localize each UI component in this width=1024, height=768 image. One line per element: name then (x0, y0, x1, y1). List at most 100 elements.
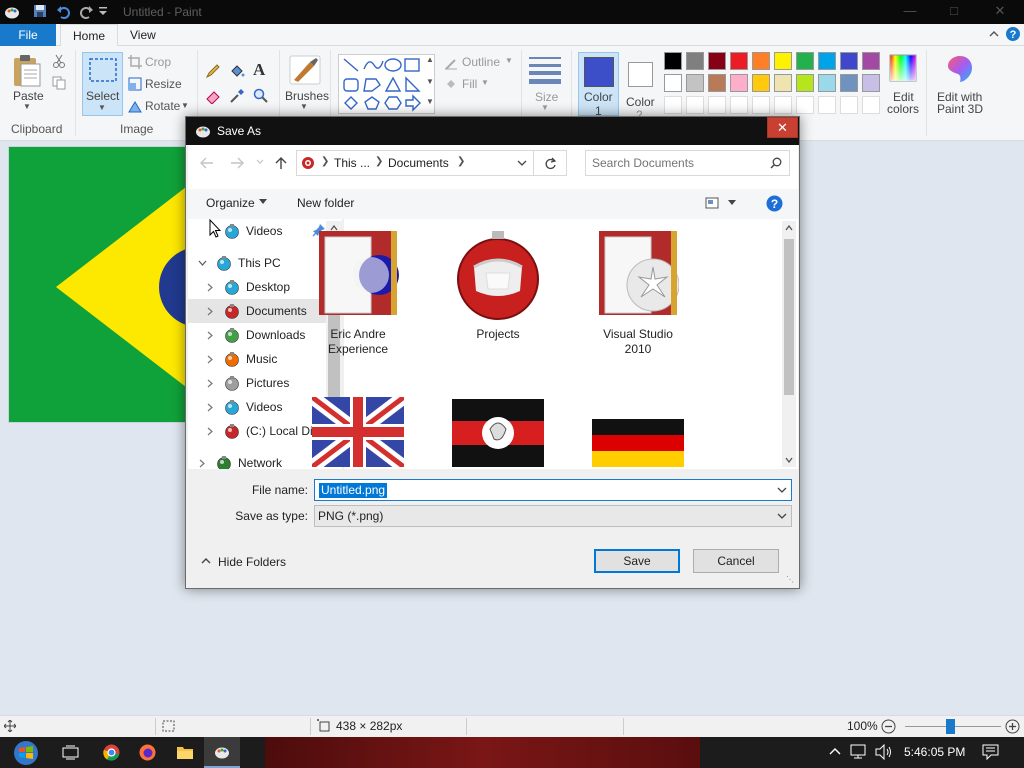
magnifier-icon[interactable] (253, 88, 269, 104)
file-explorer-icon[interactable] (176, 744, 194, 760)
chrome-icon[interactable] (103, 744, 120, 761)
palette-color-swatch[interactable] (664, 74, 682, 92)
palette-color-swatch[interactable] (818, 52, 836, 70)
palette-color-swatch[interactable] (862, 52, 880, 70)
palette-color-swatch[interactable] (752, 74, 770, 92)
resize-button[interactable]: Resize (145, 77, 182, 91)
start-button-icon[interactable] (8, 740, 44, 766)
size-dropdown-icon[interactable]: ▼ (541, 103, 549, 112)
tab-view[interactable]: View (118, 24, 168, 47)
file-name-dropdown-icon[interactable] (777, 487, 787, 494)
palette-color-swatch[interactable] (730, 74, 748, 92)
help-icon[interactable]: ? (1005, 26, 1021, 42)
tree-item-pictures[interactable]: Pictures (188, 371, 328, 395)
new-folder-button[interactable]: New folder (297, 196, 354, 210)
outline-button[interactable]: Outline (462, 55, 500, 69)
zoom-out-icon[interactable] (881, 719, 896, 734)
custom-color-slot[interactable] (840, 96, 858, 114)
copy-icon[interactable] (52, 76, 66, 90)
breadcrumb-separator-icon[interactable]: ❯ (457, 156, 465, 167)
paint3d-icon[interactable] (946, 54, 974, 84)
chevron-right-icon[interactable] (206, 355, 214, 364)
custom-color-slot[interactable] (862, 96, 880, 114)
file-name-value[interactable]: Untitled.png (319, 483, 388, 498)
file-name-field[interactable]: Untitled.png (314, 479, 792, 501)
select-button[interactable]: Select ▼ (82, 52, 123, 116)
firefox-icon[interactable] (139, 744, 156, 761)
pencil-icon[interactable] (205, 63, 221, 79)
palette-color-swatch[interactable] (774, 52, 792, 70)
zoom-in-icon[interactable] (1005, 719, 1020, 734)
paste-dropdown-icon[interactable]: ▼ (23, 102, 31, 111)
custom-color-slot[interactable] (752, 96, 770, 114)
view-options-icon[interactable] (705, 197, 719, 209)
palette-color-swatch[interactable] (730, 52, 748, 70)
close-button[interactable]: ✕ (978, 0, 1022, 24)
action-center-icon[interactable] (982, 744, 999, 760)
file-list[interactable]: Eric Andre Experience Projects Visual Stud… (312, 219, 798, 485)
custom-color-slot[interactable] (796, 96, 814, 114)
save-as-type-select[interactable]: PNG (*.png) (314, 505, 792, 527)
custom-color-slot[interactable] (730, 96, 748, 114)
file-list-scrollbar[interactable] (782, 221, 796, 467)
collapse-ribbon-icon[interactable] (988, 27, 1000, 41)
custom-color-slot[interactable] (774, 96, 792, 114)
search-icon[interactable] (770, 157, 782, 169)
tree-item-this-pc[interactable]: This PC (188, 251, 328, 275)
palette-color-swatch[interactable] (686, 52, 704, 70)
maximize-button[interactable]: □ (932, 0, 976, 24)
fill-dropdown-icon[interactable]: ▼ (481, 78, 489, 87)
rotate-dropdown-icon[interactable]: ▼ (181, 101, 189, 110)
up-arrow-icon[interactable] (275, 156, 287, 170)
tree-item-videos[interactable]: Videos (188, 395, 328, 419)
dialog-help-icon[interactable]: ? (766, 195, 783, 212)
size-button[interactable]: Size (535, 90, 558, 104)
paste-icon[interactable] (12, 54, 42, 88)
address-bar[interactable]: ❯ This ... ❯ Documents ❯ (296, 150, 534, 176)
volume-icon[interactable] (875, 744, 893, 760)
organize-dropdown-icon[interactable] (259, 199, 267, 205)
color1-button[interactable]: Color 1 (578, 52, 619, 118)
breadcrumb-this-pc[interactable]: This ... (334, 156, 370, 170)
eraser-icon[interactable] (205, 88, 221, 104)
chevron-right-icon[interactable] (206, 283, 214, 292)
clock[interactable]: 5:46:05 PM (904, 745, 965, 759)
cut-icon[interactable] (52, 54, 66, 68)
custom-color-slot[interactable] (708, 96, 726, 114)
breadcrumb-documents[interactable]: Documents (388, 156, 449, 170)
fill-bucket-icon[interactable] (229, 63, 245, 79)
palette-color-swatch[interactable] (840, 52, 858, 70)
palette-color-swatch[interactable] (818, 74, 836, 92)
chevron-right-icon[interactable] (206, 307, 214, 316)
palette-color-swatch[interactable] (774, 74, 792, 92)
minimize-button[interactable]: — (888, 0, 932, 24)
tab-home[interactable]: Home (60, 24, 119, 47)
color2-button[interactable]: Color 2 (622, 52, 660, 122)
resize-grip-icon[interactable]: ⋱ (786, 575, 794, 584)
forward-arrow-icon[interactable] (230, 157, 244, 169)
edit-colors-icon[interactable] (889, 54, 917, 82)
save-button[interactable]: Save (594, 549, 680, 573)
brushes-button[interactable]: Brushes (285, 89, 329, 103)
custom-color-slot[interactable] (818, 96, 836, 114)
hide-folders-button[interactable]: Hide Folders (218, 555, 286, 569)
shapes-gallery[interactable] (338, 54, 435, 114)
crop-button[interactable]: Crop (145, 55, 171, 69)
dialog-close-button[interactable]: ✕ (767, 117, 798, 138)
task-view-icon[interactable] (62, 745, 79, 760)
cancel-button[interactable]: Cancel (693, 549, 779, 573)
brushes-dropdown-icon[interactable]: ▼ (300, 102, 308, 111)
chevron-down-icon[interactable] (198, 259, 207, 267)
tree-item-c-local-disk[interactable]: (C:) Local Disk (188, 419, 328, 443)
recent-locations-chevron-icon[interactable] (256, 159, 264, 165)
save-icon[interactable] (33, 4, 47, 18)
back-arrow-icon[interactable] (200, 157, 214, 169)
shapes-scroll-down-icon[interactable]: ▼ (426, 77, 434, 86)
edit-colors-label-2[interactable]: colors (887, 102, 919, 116)
shapes-expand-icon[interactable]: ▼ (426, 97, 434, 106)
customize-quick-access-icon[interactable] (98, 5, 108, 17)
palette-color-swatch[interactable] (664, 52, 682, 70)
custom-color-slot[interactable] (686, 96, 704, 114)
folder-item[interactable]: Projects (450, 227, 546, 342)
scroll-up-icon[interactable] (785, 225, 793, 231)
